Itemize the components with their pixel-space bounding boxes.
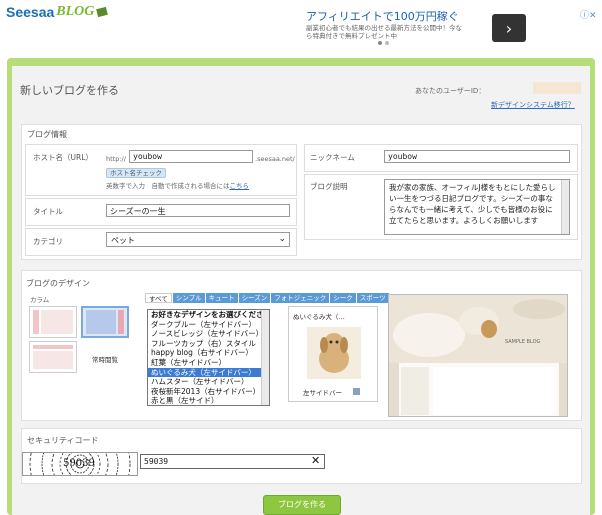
design-list-item-selected[interactable]: ぬいぐるみ犬（左サイドバー） — [148, 367, 269, 378]
tab-all[interactable]: すべて — [145, 293, 172, 303]
column-label: カラム — [30, 296, 50, 304]
design-list-item[interactable]: happy blog（右サイドバー） — [148, 348, 269, 358]
tab-simple[interactable]: シンプル — [172, 293, 205, 303]
captcha-title: セキュリティコード — [27, 436, 99, 445]
tab-sports[interactable]: スポーツ — [356, 293, 389, 303]
captcha-image: 59039 — [22, 413, 138, 515]
host-check-button[interactable]: ホスト名チェック — [106, 168, 166, 178]
preview-caption: 左サイドバー — [303, 389, 342, 397]
captcha-input[interactable]: 59039 — [140, 454, 325, 469]
host-suffix: .seesaa.net/ — [255, 155, 295, 163]
create-blog-button[interactable]: ブログを作る — [263, 495, 341, 515]
tab-season[interactable]: シーズン — [238, 293, 271, 303]
design-listbox[interactable]: お好きなデザインをお選びください ダークブルー（左サイドバー） ノースビレッジ（… — [147, 309, 270, 406]
tab-chic[interactable]: シーク — [330, 293, 356, 303]
blog-info-title: ブログ情報 — [27, 130, 67, 139]
new-design-link[interactable]: 新デザインシステム移行？ — [491, 100, 575, 110]
ad-banner[interactable]: アフィリエイトで100万円稼ぐ 副業初心者でも結果の出せる最新方法を公開中！今な… — [300, 4, 600, 50]
design-large-preview: SAMPLE BLOG — [388, 294, 568, 417]
captcha-image-text: 59039 — [63, 458, 95, 469]
design-list-item[interactable]: ハムスター（左サイドバー） — [148, 377, 269, 387]
title-label: タイトル — [33, 207, 63, 216]
nickname-input[interactable]: youbow — [384, 150, 570, 163]
sample-blog-caption: SAMPLE BLOG — [505, 339, 541, 345]
ad-close-icon[interactable]: ⓘ✕ — [580, 8, 597, 21]
page-title: 新しいブログを作る — [20, 84, 119, 97]
design-list-item[interactable]: 紅葉（左サイドバー） — [148, 358, 269, 368]
title-input[interactable]: シーズーの一生 — [106, 204, 290, 217]
description-scrollbar[interactable] — [561, 180, 569, 234]
description-label: ブログ説明 — [310, 182, 348, 191]
ad-pager-dots — [378, 41, 389, 45]
category-select[interactable]: ペット ⌄ — [106, 232, 290, 247]
logo-blog: BLOG — [56, 4, 95, 19]
design-list-item[interactable]: 赤と黒（左サイド） — [148, 396, 269, 405]
design-list-item[interactable]: フルーツカップ（右）スタイル — [148, 339, 269, 349]
book-icon — [96, 6, 109, 18]
chevron-down-icon: ⌄ — [278, 234, 286, 244]
layout-option-3[interactable] — [29, 341, 77, 373]
design-preview-card[interactable]: ぬいぐるみ犬（… 左サイドバー — [288, 306, 378, 402]
nickname-label: ニックネーム — [310, 153, 355, 162]
seesaa-blog-logo[interactable]: Seesaa BLOG — [6, 4, 109, 20]
design-title: ブログのデザイン — [26, 279, 90, 288]
dog-header-image — [389, 295, 567, 416]
host-note: 英数字で入力 自動で作成される場合にはこちら — [106, 182, 250, 190]
design-list-scrollbar[interactable] — [261, 310, 269, 405]
tab-photo[interactable]: フォトジェニック — [271, 293, 330, 303]
top-bar: Seesaa BLOG アフィリエイトで100万円稼ぐ 副業初心者でも結果の出せ… — [0, 0, 602, 56]
userid-value — [533, 82, 581, 94]
logo-seesaa: Seesaa — [6, 4, 55, 20]
category-value: ペット — [111, 236, 135, 245]
description-textarea[interactable]: 我が家の家族、オーフィルJ様をもとにした愛らしい一生をつづる日記ブログです。シー… — [384, 179, 570, 235]
host-note-link[interactable]: こちら — [230, 182, 250, 190]
category-label: カテゴリ — [33, 237, 63, 246]
design-list-item[interactable]: 夜桜新年2013（右サイドバー） — [148, 387, 269, 397]
layout-option-1[interactable] — [29, 306, 77, 338]
layout-option-label[interactable]: 常時閲覧 — [92, 354, 118, 364]
design-list-header: お好きなデザインをお選びください — [151, 310, 270, 319]
design-list-item[interactable]: ノースビレッジ（左サイドバー） — [148, 329, 269, 339]
ad-next-button[interactable]: › — [492, 14, 526, 42]
design-tabs: すべて シンプル キュート シーズン フォトジェニック シーク スポーツ — [145, 293, 389, 303]
preview-layout-icon — [353, 388, 360, 395]
preview-name: ぬいぐるみ犬（… — [293, 313, 345, 321]
ad-body: 副業初心者でも結果の出せる最新方法を公開中！今なら特典付きで無料プレゼント中 — [306, 24, 462, 40]
tab-cute[interactable]: キュート — [205, 293, 238, 303]
dog-thumbnail-image — [307, 327, 361, 379]
design-list-item[interactable]: ダークブルー（左サイドバー） — [148, 320, 269, 330]
userid-label: あなたのユーザーID： — [415, 87, 486, 95]
host-input[interactable]: youbow — [129, 150, 253, 163]
clear-icon[interactable]: ✕ — [311, 454, 320, 467]
host-prefix: http:// — [106, 155, 126, 163]
ad-title[interactable]: アフィリエイトで100万円稼ぐ — [306, 8, 459, 24]
host-label: ホスト名（URL） — [33, 153, 93, 162]
layout-option-2[interactable] — [81, 306, 129, 338]
